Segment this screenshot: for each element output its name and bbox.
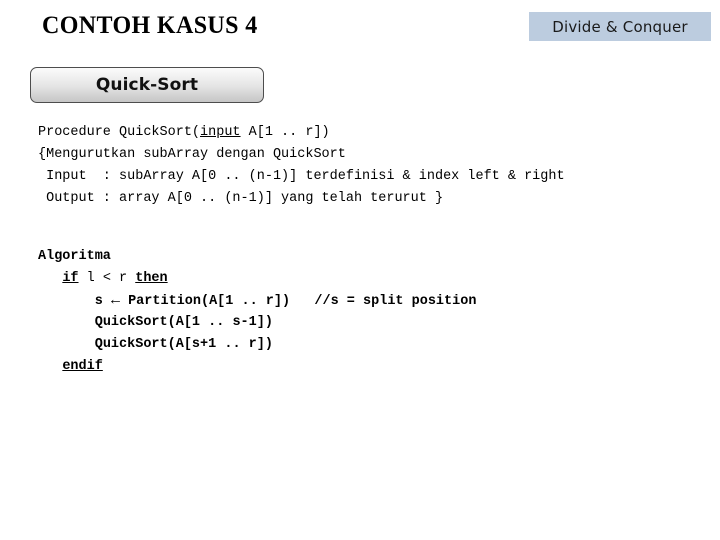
quick-sort-button[interactable]: Quick-Sort [30, 67, 264, 103]
then-keyword: then [135, 271, 168, 286]
divide-and-conquer-badge-label: Divide & Conquer [552, 17, 688, 36]
partition-call: Partition(A[1 .. r]) [128, 294, 291, 309]
code-line-spec-output: Output : array A[0 .. (n-1)] yang telah … [38, 188, 698, 210]
quick-sort-button-label: Quick-Sort [95, 75, 199, 95]
code-line-endif: endif [38, 356, 698, 378]
procedure-input-keyword: input [200, 125, 241, 140]
page-title: CONTOH KASUS 4 [42, 12, 258, 39]
if-keyword: if [62, 271, 79, 286]
code-line-if: if l < r then [38, 268, 698, 290]
split-position-comment: //s = split position [314, 294, 477, 309]
code-line-procedure: Procedure QuickSort(input A[1 .. r]) [38, 122, 698, 144]
quicksort-right-call: QuickSort(A[s+1 .. r]) [94, 337, 273, 352]
code-line-assign: s ← Partition(A[1 .. r]) //s = split pos… [38, 290, 698, 312]
code-line-algoritma: Algoritma [38, 246, 698, 268]
code-line-recurse-right: QuickSort(A[s+1 .. r]) [38, 334, 698, 356]
spec-output: Output : array A[0 .. (n-1)] yang telah … [38, 191, 444, 206]
spec-description: {Mengurutkan subArray dengan QuickSort [38, 147, 346, 162]
if-condition: l < r [78, 271, 136, 286]
procedure-declaration-suffix: A[1 .. r]) [240, 125, 330, 140]
slide-canvas: CONTOH KASUS 4 Divide & Conquer Quick-So… [0, 0, 720, 540]
divide-and-conquer-badge: Divide & Conquer [529, 12, 711, 41]
left-arrow-icon: ← [110, 292, 120, 309]
endif-keyword: endif [62, 359, 103, 374]
algoritma-heading: Algoritma [38, 249, 111, 264]
spec-input: Input : subArray A[0 .. (n-1)] terdefini… [38, 169, 565, 184]
assign-variable: s [94, 294, 103, 309]
pseudocode-block: Procedure QuickSort(input A[1 .. r]) {Me… [38, 122, 698, 378]
code-line-spec-open: {Mengurutkan subArray dengan QuickSort [38, 144, 698, 166]
code-line-spec-input: Input : subArray A[0 .. (n-1)] terdefini… [38, 166, 698, 188]
quicksort-left-call: QuickSort(A[1 .. s-1]) [94, 315, 273, 330]
procedure-declaration-prefix: Procedure QuickSort( [38, 125, 201, 140]
code-blank-line-2 [38, 228, 698, 246]
code-line-recurse-left: QuickSort(A[1 .. s-1]) [38, 312, 698, 334]
